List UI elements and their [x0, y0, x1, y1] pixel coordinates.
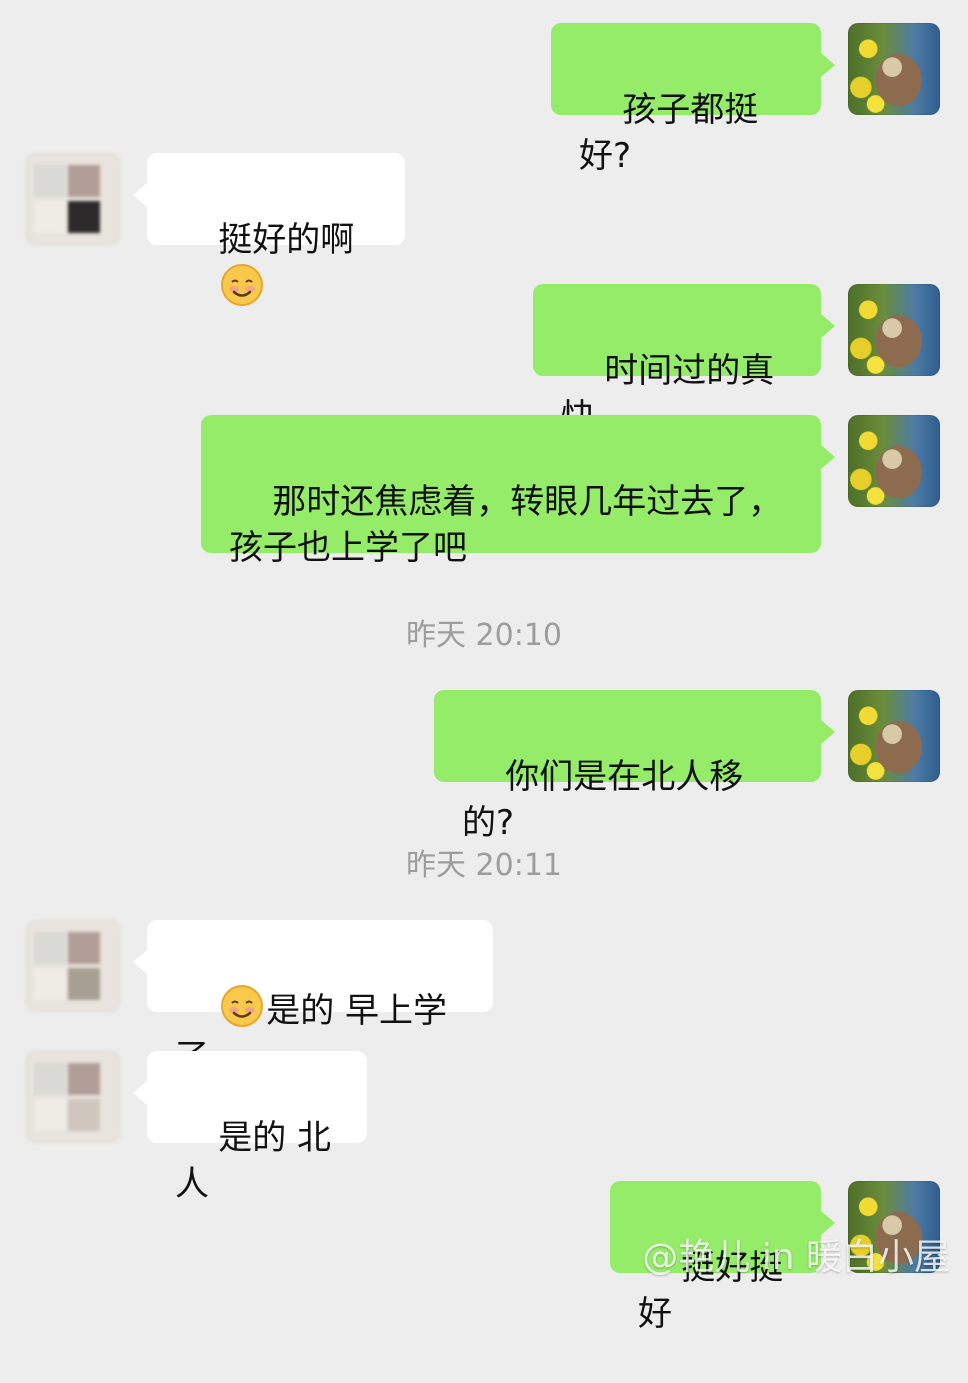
user-avatar[interactable]	[848, 415, 940, 507]
sent-message-bubble[interactable]: 时间过的真快	[533, 284, 835, 437]
message-text: 你们是在北人移的?	[462, 757, 744, 843]
smile-emoji-icon	[221, 264, 264, 306]
received-message-bubble[interactable]: 是的 早上学了	[133, 920, 493, 1077]
message-text: 那时还焦虑着，转眼几年过去了， 孩子也上学了吧	[229, 482, 783, 568]
user-avatar[interactable]	[848, 284, 940, 376]
user-avatar[interactable]	[848, 23, 940, 115]
sent-message-bubble[interactable]: 那时还焦虑着，转眼几年过去了， 孩子也上学了吧	[201, 415, 835, 568]
received-message-bubble[interactable]: 是的 北人	[133, 1051, 367, 1204]
message-timestamp: 昨天 20:10	[406, 618, 562, 653]
contact-avatar[interactable]	[26, 1051, 120, 1143]
message-text: 是的 北人	[175, 1118, 332, 1204]
watermark-text: @艳儿 in 暖白小屋	[642, 1237, 950, 1278]
smile-emoji-icon	[221, 985, 264, 1027]
contact-avatar[interactable]	[26, 153, 120, 245]
sent-message-bubble[interactable]: 孩子都挺好?	[551, 23, 835, 176]
message-timestamp: 昨天 20:11	[406, 848, 562, 883]
received-message-bubble[interactable]: 挺好的啊	[133, 153, 405, 306]
user-avatar[interactable]	[848, 690, 940, 782]
sent-message-bubble[interactable]: 你们是在北人移的?	[434, 690, 835, 843]
message-text: 孩子都挺好?	[579, 90, 759, 176]
contact-avatar[interactable]	[26, 920, 120, 1012]
message-text: 挺好的啊	[218, 220, 355, 260]
